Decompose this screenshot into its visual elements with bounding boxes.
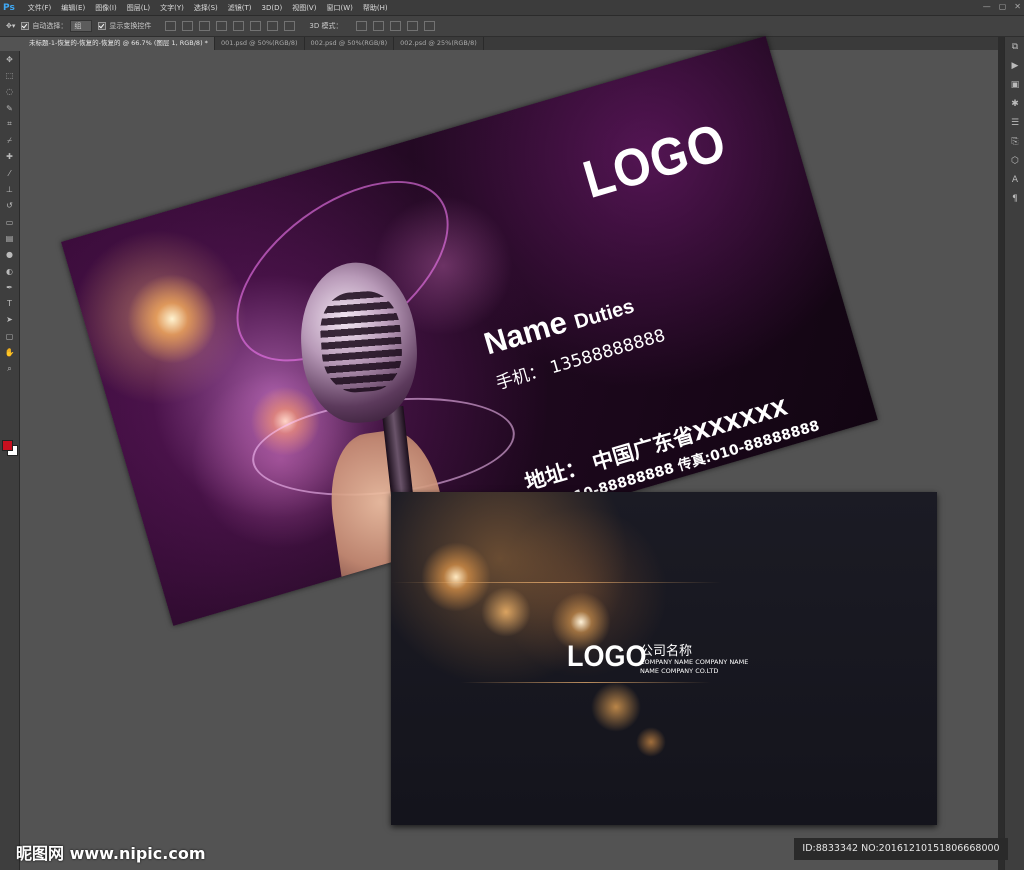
align-right-icon[interactable] [250,21,262,31]
light-burst [481,587,531,637]
back-logo: LOGO [567,639,647,673]
menu-bar: Ps 文件(F) 编辑(E) 图像(I) 图层(L) 文字(Y) 选择(S) 滤… [0,0,1024,16]
align-left-icon[interactable] [216,21,228,31]
3d-mode-buttons [356,21,436,31]
pen-tool-icon[interactable]: ✒ [0,279,19,295]
distribute-icon[interactable] [284,21,296,31]
tab-document-2[interactable]: 001.psd @ 50%(RGB/8) [215,37,305,50]
watermark-id: ID:8833342 NO:20161210151806668000 [794,838,1008,860]
quick-select-tool-icon[interactable]: ✎ [0,100,19,116]
dodge-tool-icon[interactable]: ◐ [0,263,19,279]
3d-rotate-icon[interactable] [356,21,368,31]
front-logo: LOGO [577,113,733,210]
menu-image[interactable]: 图像(I) [90,3,122,13]
close-icon[interactable]: ✕ [1014,2,1021,11]
foreground-color-swatch[interactable] [2,440,13,451]
hand-tool-icon[interactable]: ✋ [0,344,19,360]
move-tool-preset-icon[interactable]: ✥▾ [6,22,15,30]
show-transform-label: 显示变换控件 [109,22,152,30]
back-business-card[interactable]: LOGO 公司名称 COMPANY NAME COMPANY NAME NAME… [391,492,937,825]
menu-3d[interactable]: 3D(D) [257,4,288,12]
watermark-site: 昵图网 www.nipic.com [16,844,206,863]
auto-select-label: 自动选择： [32,22,68,30]
history-brush-tool-icon[interactable]: ↺ [0,198,19,214]
maximize-icon[interactable]: ▢ [999,2,1007,11]
gradient-tool-icon[interactable]: ▤ [0,230,19,246]
menu-layer[interactable]: 图层(L) [122,3,155,13]
align-top-icon[interactable] [165,21,177,31]
light-burst [421,542,491,612]
align-bottom-icon[interactable] [199,21,211,31]
auto-select-dropdown[interactable]: 组 [70,20,93,32]
3d-slide-icon[interactable] [407,21,419,31]
distribute-icon[interactable] [267,21,279,31]
microphone-grill [317,288,405,395]
auto-select-checkbox[interactable]: 自动选择： [21,21,67,31]
duties-text: Duties [571,295,637,334]
menu-edit[interactable]: 编辑(E) [56,3,90,13]
history-icon[interactable]: ⧉ [1005,37,1024,56]
checkbox-icon [98,22,107,30]
blur-tool-icon[interactable]: ● [0,247,19,263]
light-burst [591,682,641,732]
photoshop-logo: Ps [3,2,15,13]
info-icon[interactable]: ▣ [1005,75,1024,94]
checkbox-icon [21,22,30,30]
3d-roll-icon[interactable] [373,21,385,31]
paragraph-icon[interactable]: ¶ [1005,189,1024,208]
menu-select[interactable]: 选择(S) [189,3,223,13]
tab-document-3[interactable]: 002.psd @ 50%(RGB/8) [305,37,395,50]
lens-flare-line [391,582,721,583]
brush-tool-icon[interactable]: ⁄ [0,165,19,181]
menu-window[interactable]: 窗口(W) [321,3,357,13]
type-tool-icon[interactable]: T [0,295,19,311]
adjustments-icon[interactable]: ✱ [1005,94,1024,113]
tab-document-1[interactable]: 未标题-1-恢复的-恢复的-恢复的 @ 66.7% (图层 1, RGB/8) … [23,37,215,50]
company-english-line-1: COMPANY NAME COMPANY NAME [640,658,749,666]
right-panel-dock: ⧉ ▶ ▣ ✱ ☰ ⎘ ⬡ A ¶ [1004,37,1024,870]
light-burst [636,727,666,757]
align-buttons [165,21,296,31]
toolbox: ✥ ⬚ ◌ ✎ ⌗ ⌿ ✚ ⁄ ⊥ ↺ ▭ ▤ ● ◐ ✒ T ➤ ▢ ✋ ⌕ [0,51,20,870]
show-transform-checkbox[interactable]: 显示变换控件 [98,21,151,31]
window-controls: — ▢ ✕ [983,2,1021,11]
properties-icon[interactable]: ☰ [1005,113,1024,132]
3d-icon[interactable]: ⬡ [1005,151,1024,170]
options-bar: ✥▾ 自动选择： 组 显示变换控件 3D 模式： [0,16,1024,37]
shape-tool-icon[interactable]: ▢ [0,328,19,344]
menu-filter[interactable]: 滤镜(T) [223,3,257,13]
healing-tool-icon[interactable]: ✚ [0,149,19,165]
lasso-tool-icon[interactable]: ◌ [0,84,19,100]
layers-icon[interactable]: ⎘ [1005,132,1024,151]
menu-file[interactable]: 文件(F) [23,3,57,13]
document-tabs: 未标题-1-恢复的-恢复的-恢复的 @ 66.7% (图层 1, RGB/8) … [23,37,998,50]
lens-flare-line [461,682,711,683]
3d-pan-icon[interactable] [390,21,402,31]
stamp-tool-icon[interactable]: ⊥ [0,181,19,197]
company-english-line-2: NAME COMPANY CO.LTD [640,667,719,675]
menu-help[interactable]: 帮助(H) [358,3,393,13]
tab-document-4[interactable]: 002.psd @ 25%(RGB/8) [394,37,484,50]
mode-3d-label: 3D 模式： [309,22,343,30]
company-name-text: 公司名称 [640,644,693,659]
crop-tool-icon[interactable]: ⌗ [0,116,19,132]
path-select-tool-icon[interactable]: ➤ [0,312,19,328]
menu-view[interactable]: 视图(V) [287,3,321,13]
eraser-tool-icon[interactable]: ▭ [0,214,19,230]
light-burst [116,263,228,375]
minimize-icon[interactable]: — [983,2,991,11]
marquee-tool-icon[interactable]: ⬚ [0,67,19,83]
eyedropper-tool-icon[interactable]: ⌿ [0,132,19,148]
actions-icon[interactable]: ▶ [1005,56,1024,75]
align-hcenter-icon[interactable] [233,21,245,31]
align-vcenter-icon[interactable] [182,21,194,31]
move-tool-icon[interactable]: ✥ [0,51,19,67]
menu-type[interactable]: 文字(Y) [155,3,189,13]
zoom-tool-icon[interactable]: ⌕ [0,361,19,377]
character-icon[interactable]: A [1005,170,1024,189]
3d-scale-icon[interactable] [424,21,436,31]
